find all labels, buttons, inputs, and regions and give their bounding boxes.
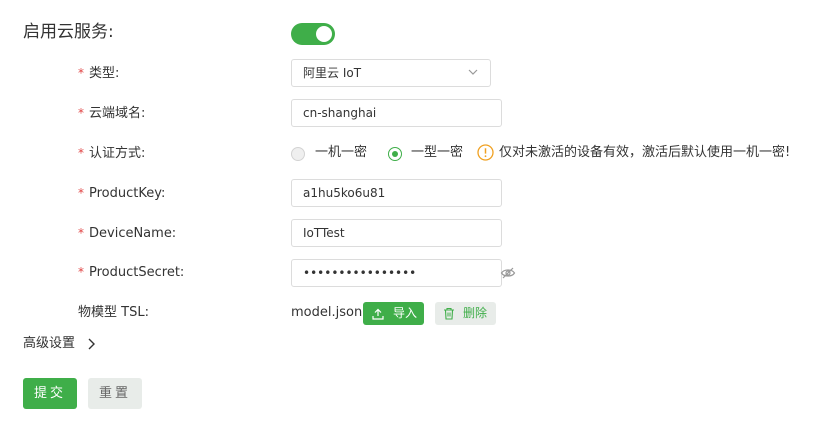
trash-icon [444, 307, 454, 320]
required-mark: * [78, 146, 84, 160]
required-mark: * [78, 106, 84, 120]
radio-label-one-type-one-secret[interactable]: 一型一密 [411, 143, 463, 163]
product-key-input[interactable]: a1hu5ko6u81 [291, 179, 502, 207]
submit-button[interactable]: 提交 [23, 378, 77, 409]
tsl-file-name: model.json [291, 305, 363, 320]
auth-label: * 认证方式: [78, 146, 146, 161]
eye-hidden-icon[interactable] [500, 265, 516, 281]
device-name-label: * DeviceName: [78, 226, 177, 241]
delete-button-label: 删除 [463, 306, 488, 320]
domain-label: * 云端域名: [78, 106, 146, 121]
radio-one-type-one-secret[interactable] [388, 147, 402, 161]
chevron-down-icon [468, 69, 478, 75]
toggle-knob [316, 26, 332, 42]
auth-warning-text: 仅对未激活的设备有效，激活后默认使用一机一密! [499, 145, 791, 160]
cloud-service-toggle[interactable] [291, 23, 335, 45]
reset-button[interactable]: 重置 [88, 378, 142, 409]
chevron-right-icon [88, 338, 95, 350]
radio-one-device-one-secret[interactable] [291, 147, 305, 161]
advanced-settings-label: 高级设置 [23, 336, 76, 351]
type-label: * 类型: [78, 66, 120, 81]
required-mark: * [78, 265, 84, 279]
delete-button[interactable]: 删除 [435, 302, 496, 325]
product-secret-input[interactable]: •••••••••••••••• [291, 259, 502, 287]
device-name-input[interactable]: IoTTest [291, 219, 502, 247]
type-select-value: 阿里云 IoT [303, 66, 362, 80]
type-select[interactable]: 阿里云 IoT [291, 59, 491, 87]
upload-icon [372, 308, 384, 320]
required-mark: * [78, 226, 84, 240]
tsl-label: 物模型 TSL: [78, 305, 149, 320]
product-key-label: * ProductKey: [78, 186, 166, 201]
required-mark: * [78, 66, 84, 80]
required-mark: * [78, 186, 84, 200]
import-button[interactable]: 导入 [363, 302, 424, 325]
domain-input[interactable]: cn-shanghai [291, 99, 502, 127]
radio-label-one-device-one-secret[interactable]: 一机一密 [315, 143, 367, 163]
cloud-service-label: 启用云服务: [23, 22, 114, 42]
product-secret-label: * ProductSecret: [78, 265, 185, 280]
import-button-label: 导入 [393, 306, 418, 320]
warning-icon [477, 144, 494, 161]
